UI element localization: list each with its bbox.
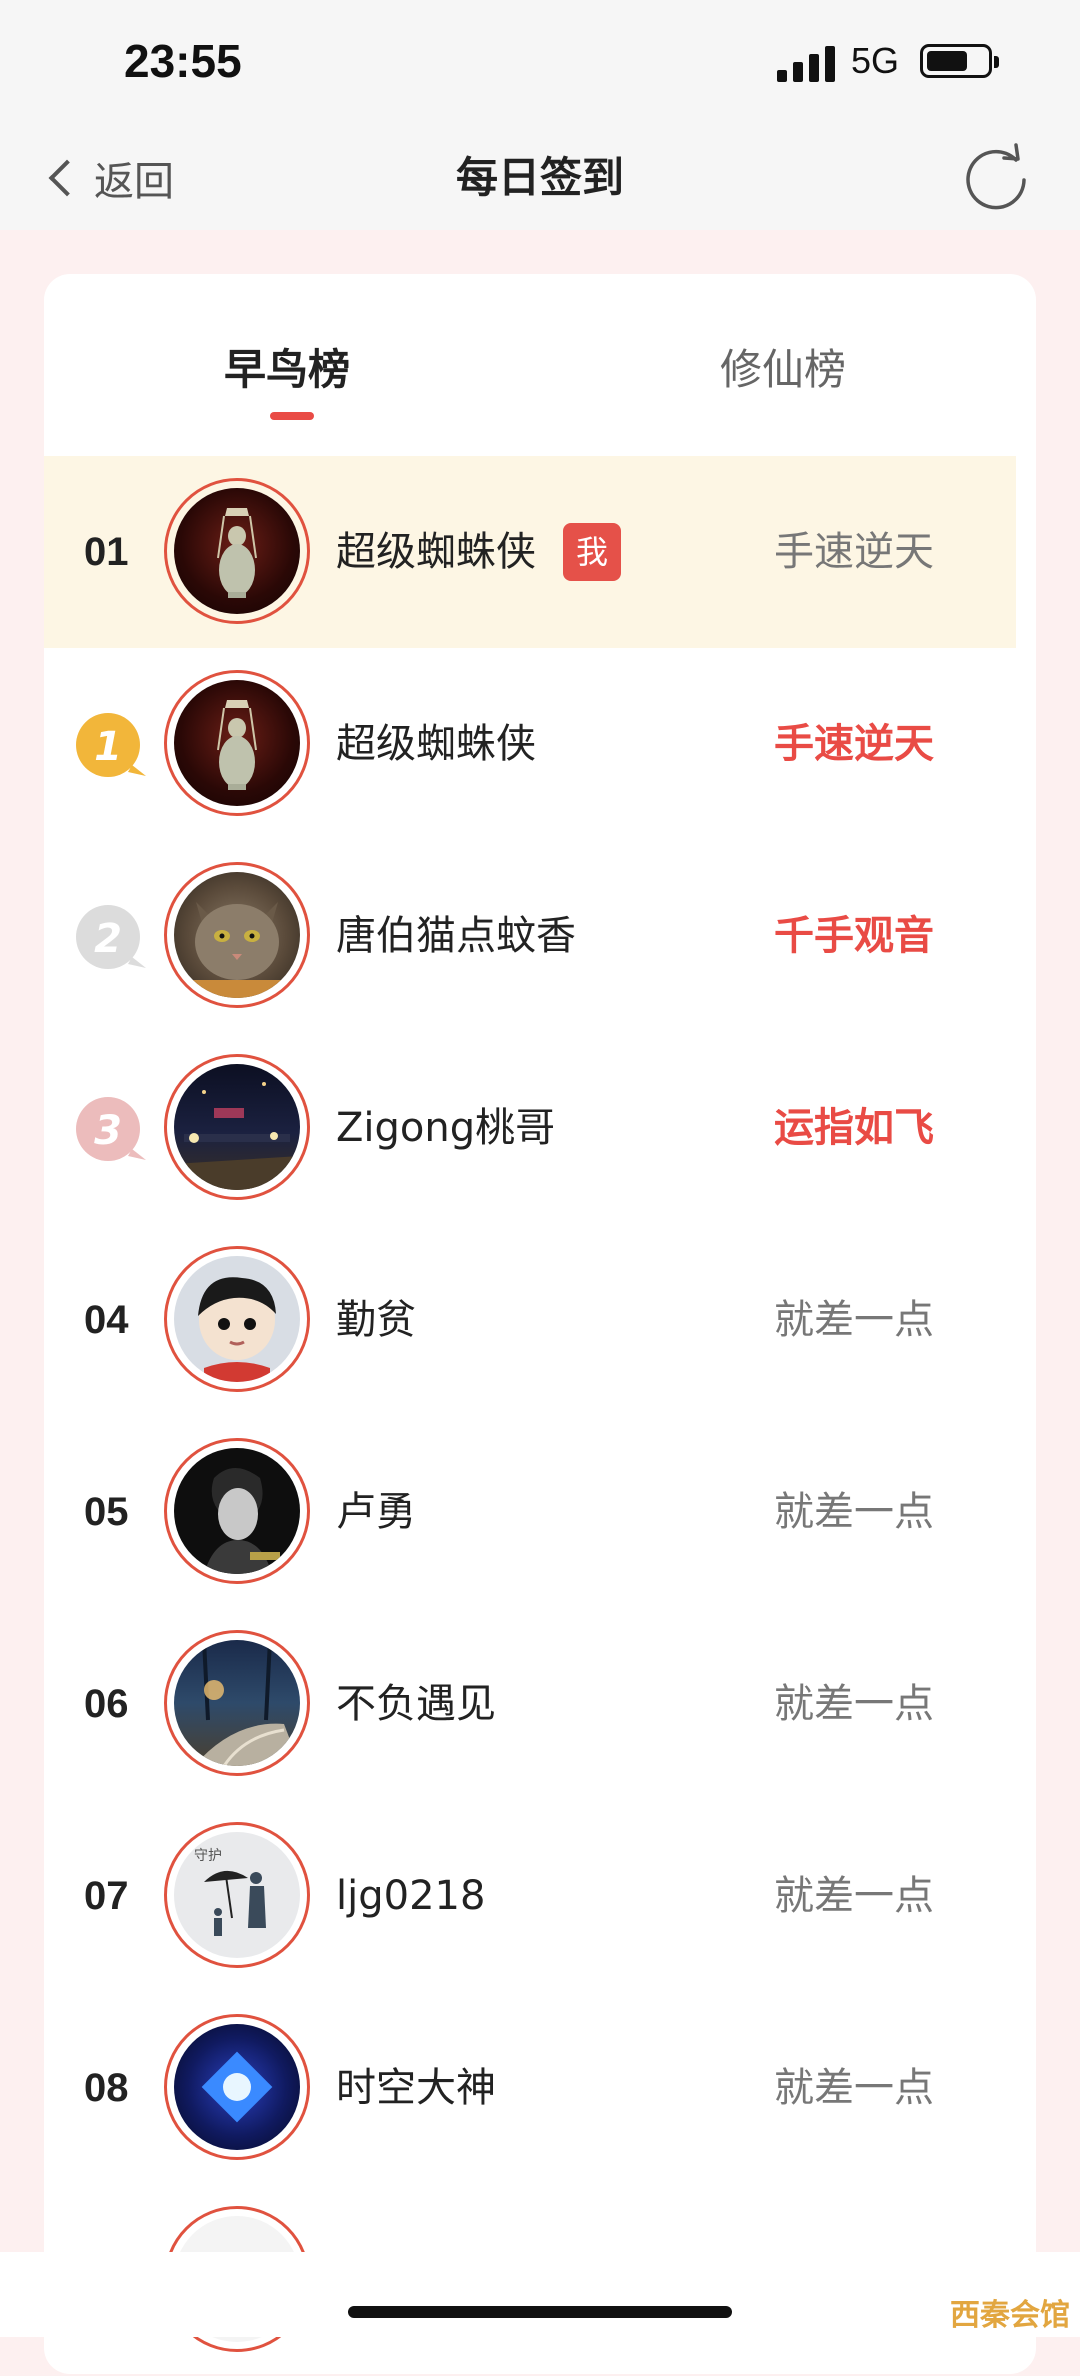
rank-tag: 千手观音 [774,913,934,959]
svg-text:守护: 守护 [194,1848,222,1864]
avatar[interactable] [164,1630,310,1776]
medal-rank: 1 [94,724,122,770]
gold-medal-icon: 1 [76,713,146,777]
user-name: ljg0218 [336,1873,486,1919]
avatar[interactable] [164,1054,310,1200]
leaderboard-row[interactable]: 08 时空大神 就差一点 [44,1992,1016,2184]
user-name: 时空大神 [336,2065,496,2111]
leaderboard-row[interactable]: 04 勤贫 就差一点 [44,1224,1016,1416]
refresh-icon[interactable] [958,140,1034,216]
leaderboard-row[interactable]: 3 Zigong桃哥 运指如飞 [44,1032,1016,1224]
tab-early-bird[interactable]: 早鸟榜 [224,336,350,397]
user-name: 勤贫 [336,1297,416,1343]
page-title: 每日签到 [455,153,624,202]
leaderboard-card: 早鸟榜 修仙榜 01 超级蜘蛛侠 我 手速逆天 1 超级蜘蛛侠 手速逆天 2 唐… [44,274,1036,2374]
rank-number: 04 [84,1298,129,1342]
user-name: 唐伯猫点蚊香 [336,913,576,959]
home-indicator[interactable] [348,2306,732,2318]
rank-number: 05 [84,1490,129,1534]
rank-number: 07 [84,1874,129,1918]
medal-rank: 3 [94,1108,122,1154]
rank-tag: 就差一点 [774,1873,934,1919]
rank-tag: 就差一点 [774,1681,934,1727]
leaderboard-row[interactable]: 1 超级蜘蛛侠 手速逆天 [44,648,1016,840]
bronze-medal-icon: 3 [76,1097,146,1161]
avatar[interactable] [164,1246,310,1392]
tab-indicator [270,412,314,420]
watermark-text: 西秦会馆 [950,2298,1070,2333]
avatar[interactable]: 守护 [164,1822,310,1968]
tab-cultivation[interactable]: 修仙榜 [720,336,846,397]
rank-tag: 手速逆天 [774,529,934,575]
rank-number: 06 [84,1682,129,1726]
leaderboard-row[interactable]: 2 唐伯猫点蚊香 千手观音 [44,840,1016,1032]
rank-tag: 就差一点 [774,2065,934,2111]
leaderboard-row[interactable]: 07 守护 ljg0218 就差一点 [44,1800,1016,1992]
nav-bar: 返回 每日签到 [0,128,1080,230]
avatar[interactable] [164,862,310,1008]
medal-rank: 2 [94,916,122,962]
avatar[interactable] [164,478,310,624]
rank-number: 08 [84,2066,129,2110]
my-rank-row[interactable]: 01 超级蜘蛛侠 我 手速逆天 [44,456,1016,648]
signal-icon [777,42,837,82]
user-name: 超级蜘蛛侠 [336,721,536,767]
avatar[interactable] [164,670,310,816]
user-name: 卢勇 [336,1489,416,1535]
avatar[interactable] [164,2014,310,2160]
rank-tag: 运指如飞 [774,1105,934,1151]
avatar[interactable] [164,1438,310,1584]
network-label: 5G [851,40,900,81]
leaderboard-row[interactable]: 05 卢勇 就差一点 [44,1416,1016,1608]
me-badge: 我 [563,523,621,581]
status-bar: 23:55 5G [0,0,1080,128]
rank-tag: 手速逆天 [774,721,934,767]
rank-tag: 就差一点 [774,1297,934,1343]
user-name: Zigong桃哥 [336,1105,556,1151]
user-name: 超级蜘蛛侠 [336,529,536,575]
leaderboard-row[interactable]: 06 不负遇见 就差一点 [44,1608,1016,1800]
home-indicator-area [0,2252,1080,2337]
status-time: 23:55 [124,35,242,87]
rank-tag: 就差一点 [774,1489,934,1535]
tab-bar: 早鸟榜 修仙榜 [44,274,1036,454]
rank-number: 01 [84,530,129,574]
user-name: 不负遇见 [336,1681,496,1727]
battery-icon [920,44,999,78]
silver-medal-icon: 2 [76,905,146,969]
